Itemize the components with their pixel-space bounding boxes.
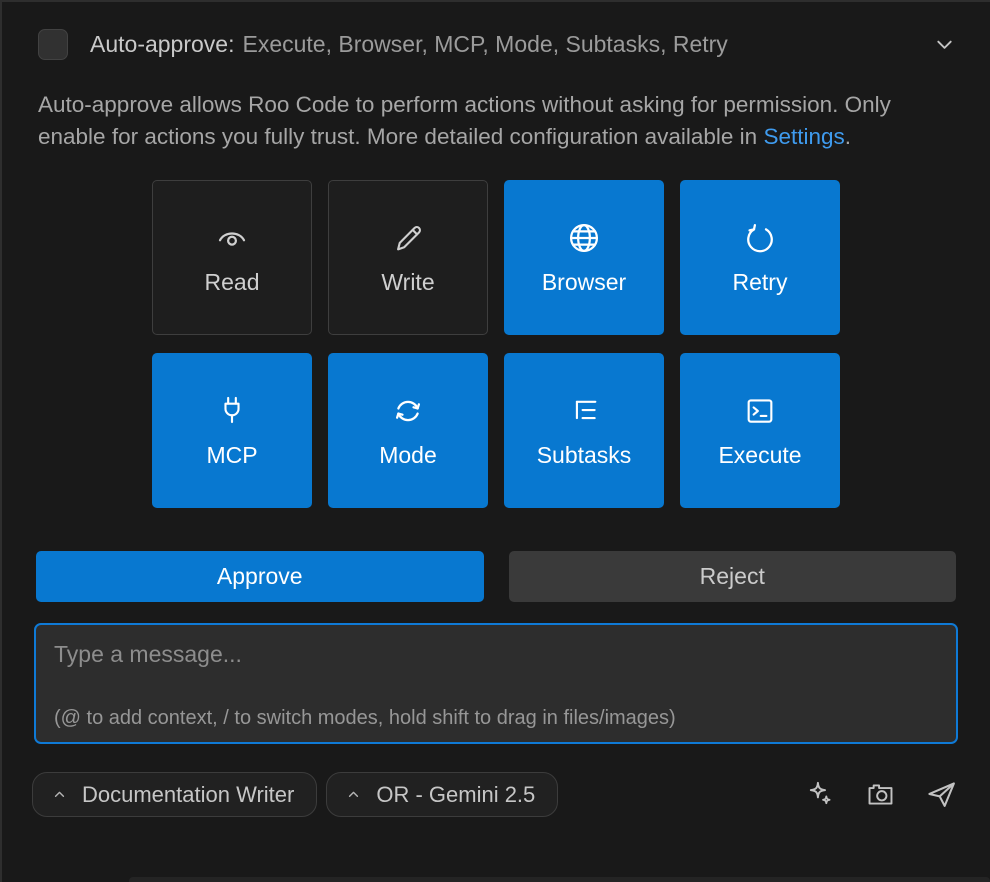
- reject-button[interactable]: Reject: [509, 551, 957, 602]
- next-row-peek: [129, 877, 990, 882]
- message-hint: (@ to add context, / to switch modes, ho…: [54, 707, 938, 730]
- toggle-label: Write: [381, 269, 434, 296]
- toggle-read[interactable]: Read: [152, 180, 312, 335]
- toggle-execute[interactable]: Execute: [680, 353, 840, 508]
- auto-approve-checkbox[interactable]: [38, 29, 68, 60]
- toggle-label: Browser: [542, 269, 626, 296]
- list-tree-icon: [567, 393, 601, 429]
- sparkle-icon[interactable]: [805, 779, 836, 810]
- settings-link[interactable]: Settings: [763, 124, 844, 149]
- eye-icon: [214, 220, 250, 256]
- toggle-subtasks[interactable]: Subtasks: [504, 353, 664, 508]
- message-input[interactable]: Type a message... (@ to add context, / t…: [34, 623, 958, 744]
- toggle-browser[interactable]: Browser: [504, 180, 664, 335]
- mode-selector[interactable]: Documentation Writer: [32, 772, 317, 817]
- action-buttons: Approve Reject: [36, 551, 956, 602]
- refresh-icon: [743, 220, 777, 256]
- mode-selector-label: Documentation Writer: [82, 782, 294, 808]
- message-placeholder: Type a message...: [54, 641, 242, 668]
- description-suffix: .: [845, 124, 851, 149]
- toggle-mcp[interactable]: MCP: [152, 353, 312, 508]
- terminal-icon: [743, 393, 777, 429]
- toggle-label: MCP: [206, 442, 257, 469]
- chevron-up-icon: [51, 786, 68, 803]
- approve-button[interactable]: Approve: [36, 551, 484, 602]
- footer-action-icons: [805, 778, 958, 811]
- toggle-label: Subtasks: [537, 442, 632, 469]
- send-icon[interactable]: [925, 778, 958, 811]
- toggle-label: Mode: [379, 442, 437, 469]
- auto-approve-header: Auto-approve: Execute, Browser, MCP, Mod…: [38, 29, 960, 60]
- camera-icon[interactable]: [865, 779, 896, 810]
- toggle-label: Retry: [733, 269, 788, 296]
- globe-icon: [566, 220, 602, 256]
- composer-footer: Documentation Writer OR - Gemini 2.5: [32, 772, 958, 817]
- model-selector-label: OR - Gemini 2.5: [376, 782, 535, 808]
- toggle-mode[interactable]: Mode: [328, 353, 488, 508]
- auto-approve-toggle-grid: Read Write Browser: [152, 180, 840, 508]
- auto-approve-description: Auto-approve allows Roo Code to perform …: [38, 89, 950, 153]
- pencil-icon: [391, 220, 425, 256]
- auto-approve-summary: Execute, Browser, MCP, Mode, Subtasks, R…: [242, 31, 727, 58]
- sync-icon: [391, 393, 425, 429]
- chevron-down-icon[interactable]: [929, 29, 960, 60]
- plug-icon: [215, 393, 249, 429]
- chevron-up-icon: [345, 786, 362, 803]
- toggle-label: Execute: [718, 442, 801, 469]
- model-selector[interactable]: OR - Gemini 2.5: [326, 772, 558, 817]
- auto-approve-panel: Auto-approve: Execute, Browser, MCP, Mod…: [0, 0, 990, 882]
- auto-approve-title: Auto-approve:: [90, 31, 234, 58]
- toggle-label: Read: [205, 269, 260, 296]
- toggle-retry[interactable]: Retry: [680, 180, 840, 335]
- toggle-write[interactable]: Write: [328, 180, 488, 335]
